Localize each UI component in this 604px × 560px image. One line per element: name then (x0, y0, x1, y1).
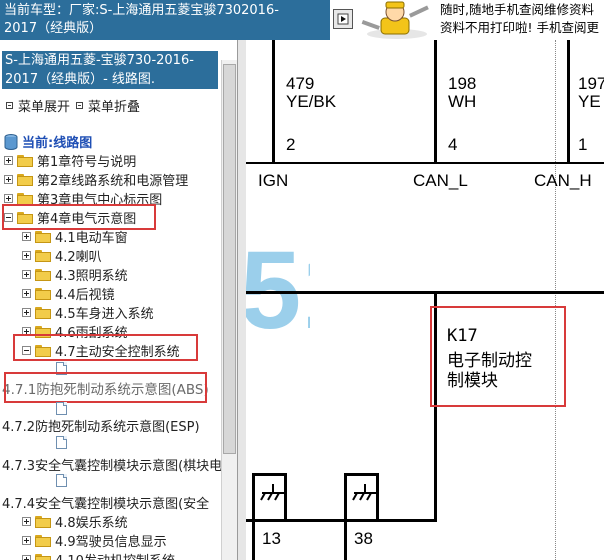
tree-item-4-9[interactable]: 4.9驾驶员信息显示 (22, 531, 167, 550)
tree-root-label: 当前:线路图 (22, 136, 93, 151)
document-title: S-上海通用五菱-宝骏730-2016- 2017（经典版）- 线路图. (2, 51, 218, 89)
ad-line-2: 资料不用打印啦! 手机查阅更 (440, 20, 599, 35)
folder-icon (17, 192, 33, 205)
tree-item-4-8[interactable]: 4.8娱乐系统 (22, 512, 128, 531)
tree-item-4-10[interactable]: 4.10发动机控制系统 (22, 550, 175, 560)
expand-plus-icon[interactable] (22, 555, 31, 560)
vehicle-line-1: 当前车型：厂家:S-上海通用五菱宝骏7302016- (4, 3, 279, 18)
current-vehicle-label: 当前车型：厂家:S-上海通用五菱宝骏7302016- 2017（经典版） (0, 0, 330, 40)
wire-color-3: YE (578, 92, 601, 111)
collapse-all-label: 菜单折叠 (88, 100, 141, 115)
tree-item-label: 第2章线路系统和电源管理 (37, 174, 189, 189)
tree-item-label: 4.8娱乐系统 (55, 516, 128, 531)
expand-plus-icon[interactable] (22, 536, 31, 545)
signal-can-l: CAN_L (413, 171, 468, 190)
tree-item-label: 4.3照明系统 (55, 269, 128, 284)
top-bar: 当前车型：厂家:S-上海通用五菱宝骏7302016- 2017（经典版） 随时,… (0, 0, 604, 40)
folder-icon (35, 287, 51, 300)
tree-item-label: 4.2喇叭 (55, 250, 102, 265)
folder-icon (35, 306, 51, 319)
folder-icon (35, 230, 51, 243)
play-arrow-icon (337, 13, 349, 25)
expand-all-label: 菜单展开 (18, 100, 71, 115)
tree-root[interactable]: 当前:线路图 (4, 132, 92, 151)
tree-item-label: 4.5车身进入系统 (55, 307, 154, 322)
folder-icon (35, 553, 51, 560)
tree-item-label: 第1章符号与说明 (37, 155, 137, 170)
document-icon (56, 474, 67, 487)
expand-all-button[interactable]: 菜单展开 (6, 96, 70, 115)
ground-pin-38: 38 (354, 529, 373, 548)
tree-item-4-7-4[interactable]: 4.7.4安全气囊控制模块示意图(安全 (2, 493, 209, 512)
scrollbar-thumb[interactable] (223, 64, 236, 454)
mechanic-mascot-icon (361, 1, 429, 39)
tree-item-label: 4.4后视镜 (55, 288, 115, 303)
vehicle-line-2: 2017（经典版） (4, 21, 103, 36)
tree-item-label: 4.1电动车窗 (55, 231, 128, 246)
doc-title-line-2: 2017（经典版）- 线路图. (5, 72, 156, 87)
folder-icon (17, 173, 33, 186)
collapse-all-button[interactable]: 菜单折叠 (76, 96, 140, 115)
signal-can-h: CAN_H (534, 171, 592, 190)
expand-plus-icon[interactable] (4, 175, 13, 184)
expand-plus-icon[interactable] (22, 251, 31, 260)
doc-title-line-1: S-上海通用五菱-宝骏730-2016- (5, 53, 194, 68)
folder-icon (35, 534, 51, 547)
ground-pin-13: 13 (262, 529, 281, 548)
database-icon (4, 133, 18, 150)
tree-item-4-2[interactable]: 4.2喇叭 (22, 246, 102, 265)
wire-color-1: YE/BK (286, 92, 337, 111)
highlight-box-4-7 (13, 334, 198, 361)
collapse-square-icon (76, 102, 83, 109)
ground-icon (260, 484, 284, 501)
tree-item-chapter-1[interactable]: 第1章符号与说明 (4, 151, 136, 170)
tree-item-label: 4.7.2防抱死制动系统示意图(ESP) (2, 420, 200, 435)
tree-item-4-1[interactable]: 4.1电动车窗 (22, 227, 128, 246)
signal-ign: IGN (258, 171, 289, 190)
folder-icon (35, 515, 51, 528)
tree-scrollbar[interactable] (221, 60, 237, 560)
wire-color-2: WH (448, 92, 477, 111)
expand-plus-icon[interactable] (22, 289, 31, 298)
tree-item-chapter-2[interactable]: 第2章线路系统和电源管理 (4, 170, 188, 189)
tree-item-label: 4.9驾驶员信息显示 (55, 535, 167, 550)
navigation-panel: S-上海通用五菱-宝骏730-2016- 2017（经典版）- 线路图. 菜单展… (0, 40, 238, 560)
tree-item-label: 4.10发动机控制系统 (55, 550, 175, 560)
expand-plus-icon[interactable] (22, 517, 31, 526)
wiring-diagram: 51 479 YE/BK 2 198 WH 4 197 YE 1 IGN CAN… (246, 40, 604, 560)
wire-pin-2: 4 (448, 135, 458, 154)
highlight-box-4-7-1 (4, 372, 207, 403)
expand-plus-icon[interactable] (22, 308, 31, 317)
wire-pin-3: 1 (578, 135, 588, 154)
folder-icon (35, 249, 51, 262)
ad-line-1: 随时,随地手机查阅维修资料 (440, 2, 594, 17)
wire-pin-1: 2 (286, 135, 296, 154)
expand-plus-icon[interactable] (4, 194, 13, 203)
expand-plus-icon[interactable] (22, 270, 31, 279)
tree-item-4-4[interactable]: 4.4后视镜 (22, 284, 115, 303)
tree-item-label: 4.7.3安全气囊控制模块示意图(棋块电 (2, 459, 223, 474)
expand-plus-icon[interactable] (4, 156, 13, 165)
tree-item-4-7-2[interactable]: 4.7.2防抱死制动系统示意图(ESP) (2, 416, 200, 435)
ground-icon (352, 484, 376, 501)
panel-splitter[interactable] (238, 40, 246, 560)
expand-plus-icon[interactable] (22, 232, 31, 241)
tree-item-4-3[interactable]: 4.3照明系统 (22, 265, 128, 284)
collapse-square-icon (6, 102, 13, 109)
folder-icon (17, 154, 33, 167)
toggle-panel-button[interactable] (333, 9, 353, 29)
watermark-logo: 51 (246, 229, 310, 352)
document-icon (56, 402, 67, 415)
tree-item-4-7-3[interactable]: 4.7.3安全气囊控制模块示意图(棋块电 (2, 455, 222, 474)
tree-item-label: 4.7.4安全气囊控制模块示意图(安全 (2, 497, 210, 512)
highlight-box-module (430, 306, 566, 407)
wire-number-2: 198 (448, 74, 477, 93)
folder-icon (35, 268, 51, 281)
wire-number-3: 197 (578, 74, 604, 93)
document-icon (56, 436, 67, 449)
wire-number-1: 479 (286, 74, 315, 93)
tree-item-4-5[interactable]: 4.5车身进入系统 (22, 303, 154, 322)
mobile-ad-text: 随时,随地手机查阅维修资料 资料不用打印啦! 手机查阅更 (440, 1, 604, 39)
